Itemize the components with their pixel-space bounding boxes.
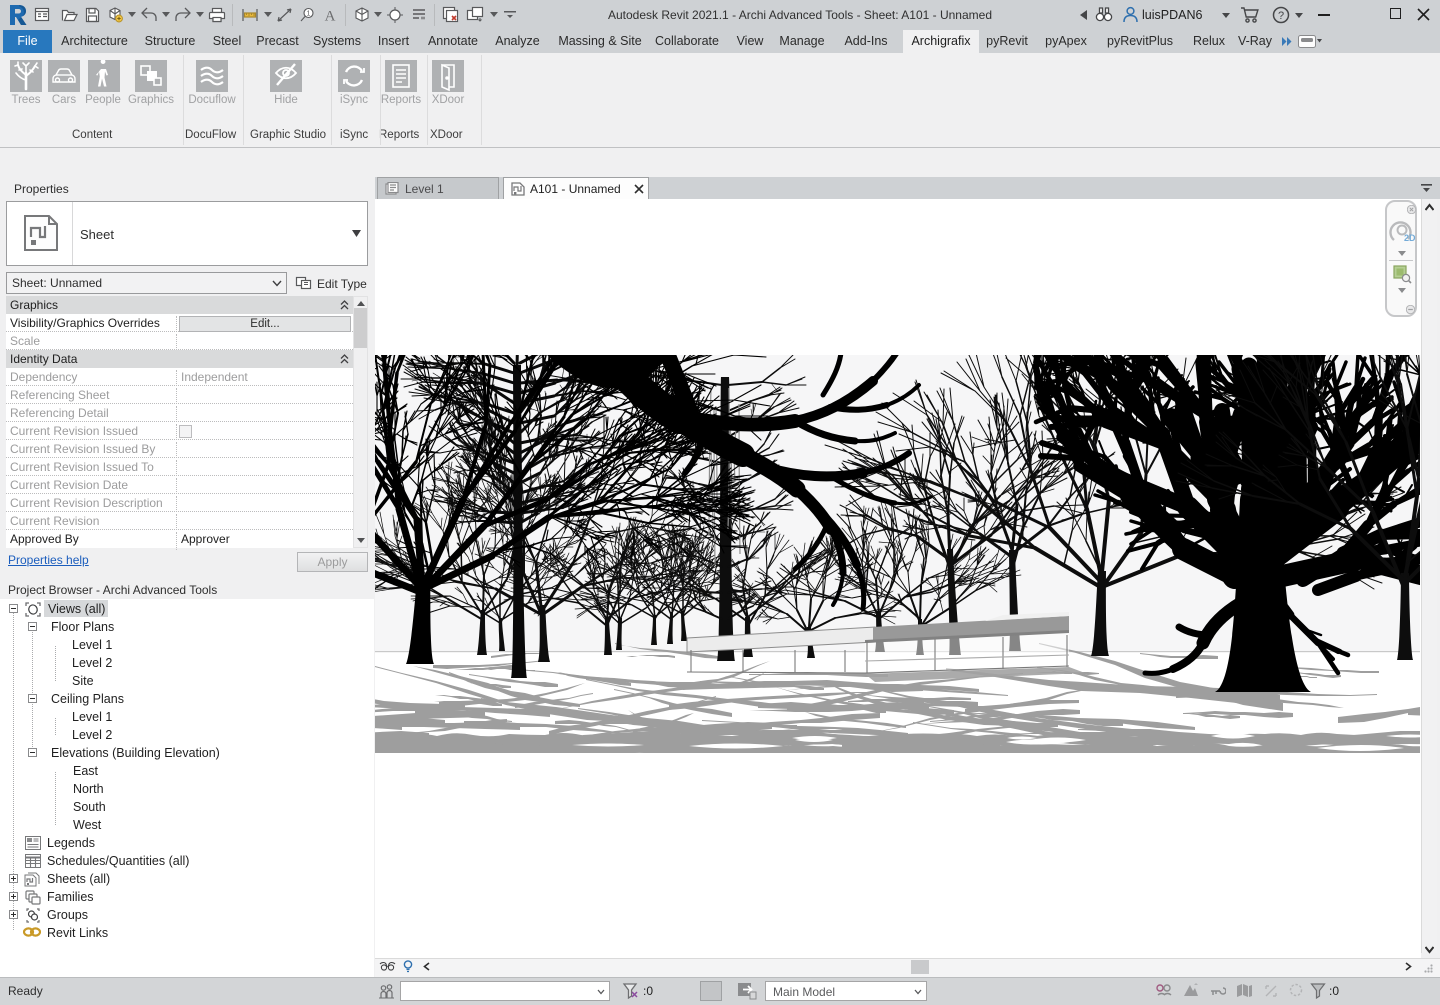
svg-text:1: 1 [307, 11, 311, 18]
svg-text:2D: 2D [1404, 233, 1416, 243]
svg-text:?: ? [1278, 10, 1284, 22]
svg-text:A: A [325, 9, 336, 24]
